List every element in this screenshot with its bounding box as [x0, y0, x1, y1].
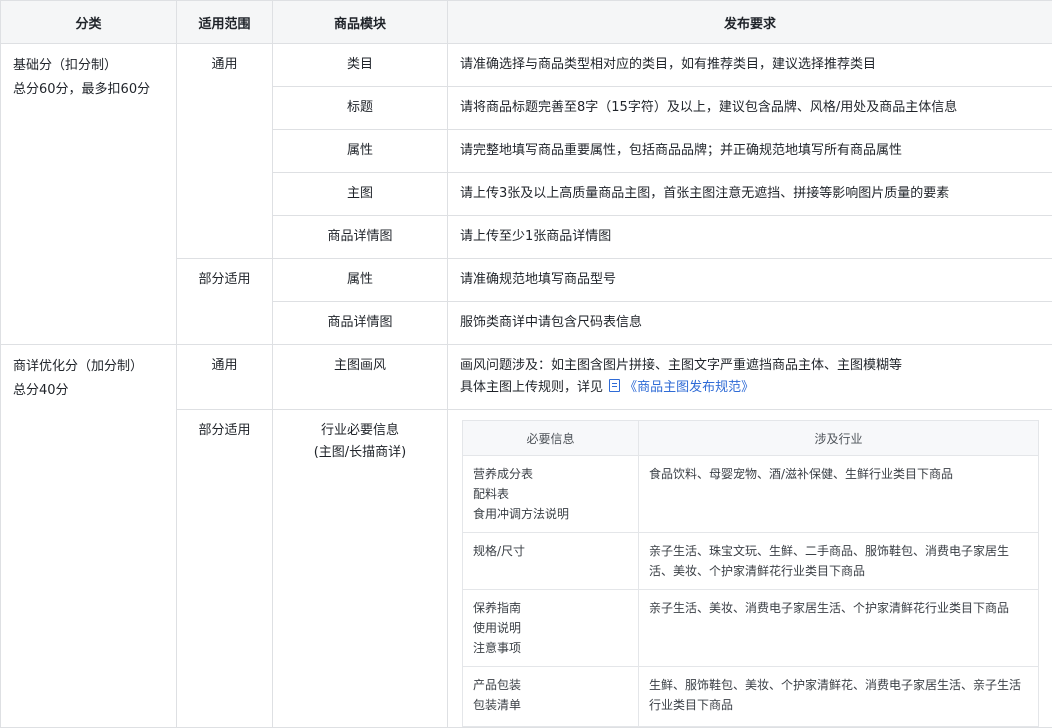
requirement-cell: 请完整地填写商品重要属性，包括商品品牌；并正确规范地填写所有商品属性 — [448, 130, 1052, 173]
table-row: 商详优化分（加分制） 总分40分 通用 主图画风 画风问题涉及：如主图含图片拼接… — [1, 345, 1052, 410]
header-scope: 适用范围 — [177, 1, 273, 44]
requirement-cell: 画风问题涉及：如主图含图片拼接、主图文字严重遮挡商品主体、主图模糊等 具体主图上… — [448, 345, 1052, 410]
info-item: 注意事项 — [473, 638, 628, 658]
module-cell: 属性 — [273, 259, 448, 302]
category-optimize: 商详优化分（加分制） 总分40分 — [1, 345, 177, 728]
inner-row: 营养成分表 配料表 食用冲调方法说明 食品饮料、母婴宠物、酒/滋补保健、生鲜行业… — [463, 456, 1039, 533]
inner-header-info: 必要信息 — [463, 421, 639, 456]
category-total: 总分40分 — [13, 379, 164, 403]
header-category: 分类 — [1, 1, 177, 44]
module-cell: 类目 — [273, 44, 448, 87]
info-item: 规格/尺寸 — [473, 541, 628, 561]
requirement-prefix: 具体主图上传规则，详见 — [460, 380, 603, 395]
info-item: 营养成分表 — [473, 464, 628, 484]
module-cell: 标题 — [273, 87, 448, 130]
requirement-cell: 请上传3张及以上高质量商品主图，首张主图注意无遮挡、拼接等影响图片质量的要素 — [448, 173, 1052, 216]
info-cell: 保养指南 使用说明 注意事项 — [463, 590, 639, 667]
category-total: 总分60分，最多扣60分 — [13, 78, 164, 102]
scope-general: 通用 — [177, 44, 273, 259]
industry-cell: 食品饮料、母婴宠物、酒/滋补保健、生鲜行业类目下商品 — [639, 456, 1039, 533]
scope-general: 通用 — [177, 345, 273, 410]
module-cell: 主图 — [273, 173, 448, 216]
header-module: 商品模块 — [273, 1, 448, 44]
inner-header-row: 必要信息 涉及行业 — [463, 421, 1039, 456]
info-cell: 产品包装 包装清单 — [463, 667, 639, 727]
info-cell: 营养成分表 配料表 食用冲调方法说明 — [463, 456, 639, 533]
requirement-line: 画风问题涉及：如主图含图片拼接、主图文字严重遮挡商品主体、主图模糊等 — [460, 355, 1040, 377]
rules-table: 分类 适用范围 商品模块 发布要求 基础分（扣分制） 总分60分，最多扣60分 … — [0, 0, 1052, 728]
requirement-cell: 必要信息 涉及行业 营养成分表 配料表 食用冲调方法说明 食品饮料、母婴宠物、酒… — [448, 410, 1052, 728]
industry-info-table: 必要信息 涉及行业 营养成分表 配料表 食用冲调方法说明 食品饮料、母婴宠物、酒… — [462, 420, 1039, 727]
info-item: 产品包装 — [473, 675, 628, 695]
requirement-cell: 请准确选择与商品类型相对应的类目，如有推荐类目，建议选择推荐类目 — [448, 44, 1052, 87]
inner-row: 产品包装 包装清单 生鲜、服饰鞋包、美妆、个护家清鲜花、消费电子家居生活、亲子生… — [463, 667, 1039, 727]
header-requirement: 发布要求 — [448, 1, 1052, 44]
category-title: 商详优化分（加分制） — [13, 355, 164, 379]
module-line: 行业必要信息 — [279, 420, 441, 442]
industry-cell: 亲子生活、美妆、消费电子家居生活、个护家清鲜花行业类目下商品 — [639, 590, 1039, 667]
industry-cell: 亲子生活、珠宝文玩、生鲜、二手商品、服饰鞋包、消费电子家居生活、美妆、个护家清鲜… — [639, 533, 1039, 590]
info-item: 使用说明 — [473, 618, 628, 638]
scope-partial: 部分适用 — [177, 259, 273, 345]
module-cell: 商品详情图 — [273, 216, 448, 259]
requirement-cell: 服饰类商详中请包含尺码表信息 — [448, 302, 1052, 345]
scope-partial: 部分适用 — [177, 410, 273, 728]
info-item: 配料表 — [473, 484, 628, 504]
info-cell: 规格/尺寸 — [463, 533, 639, 590]
requirement-cell: 请准确规范地填写商品型号 — [448, 259, 1052, 302]
header-row: 分类 适用范围 商品模块 发布要求 — [1, 1, 1052, 44]
module-cell: 行业必要信息 (主图/长描商详) — [273, 410, 448, 728]
requirement-cell: 请将商品标题完善至8字（15字符）及以上，建议包含品牌、风格/用处及商品主体信息 — [448, 87, 1052, 130]
requirement-cell: 请上传至少1张商品详情图 — [448, 216, 1052, 259]
requirement-line: 具体主图上传规则，详见 《商品主图发布规范》 — [460, 377, 1040, 399]
inner-row: 保养指南 使用说明 注意事项 亲子生活、美妆、消费电子家居生活、个护家清鲜花行业… — [463, 590, 1039, 667]
industry-cell: 生鲜、服饰鞋包、美妆、个护家清鲜花、消费电子家居生活、亲子生活行业类目下商品 — [639, 667, 1039, 727]
category-basic: 基础分（扣分制） 总分60分，最多扣60分 — [1, 44, 177, 345]
category-title: 基础分（扣分制） — [13, 54, 164, 78]
module-cell: 属性 — [273, 130, 448, 173]
info-item: 食用冲调方法说明 — [473, 504, 628, 524]
inner-row: 规格/尺寸 亲子生活、珠宝文玩、生鲜、二手商品、服饰鞋包、消费电子家居生活、美妆… — [463, 533, 1039, 590]
document-icon — [609, 379, 620, 392]
info-item: 包装清单 — [473, 695, 628, 715]
inner-header-industry: 涉及行业 — [639, 421, 1039, 456]
module-cell: 主图画风 — [273, 345, 448, 410]
module-line: (主图/长描商详) — [279, 442, 441, 464]
table-row: 基础分（扣分制） 总分60分，最多扣60分 通用 类目 请准确选择与商品类型相对… — [1, 44, 1052, 87]
rule-doc-link[interactable]: 《商品主图发布规范》 — [607, 380, 754, 395]
info-item: 保养指南 — [473, 598, 628, 618]
rule-doc-link-text: 《商品主图发布规范》 — [624, 380, 754, 395]
module-cell: 商品详情图 — [273, 302, 448, 345]
